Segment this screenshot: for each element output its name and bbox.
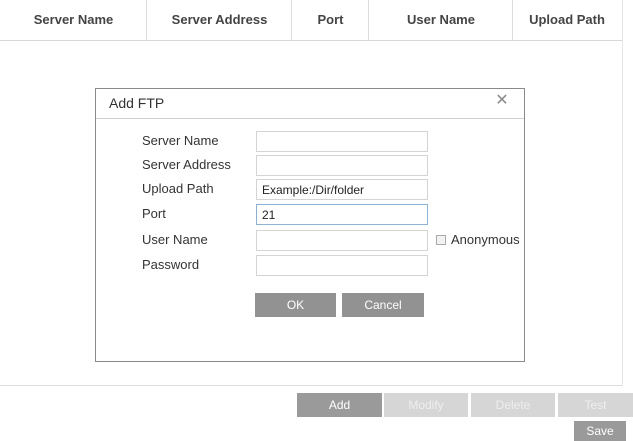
server-name-input[interactable] — [256, 131, 428, 152]
server-address-input[interactable] — [256, 155, 428, 176]
column-header-port[interactable]: Port — [292, 0, 369, 40]
save-button[interactable]: Save — [574, 421, 626, 441]
modify-button[interactable]: Modify — [384, 393, 468, 417]
anonymous-label[interactable]: Anonymous — [451, 232, 520, 247]
upload-path-input[interactable] — [256, 179, 428, 200]
user-name-label: User Name — [142, 232, 208, 247]
server-address-label: Server Address — [142, 157, 231, 172]
user-name-input[interactable] — [256, 230, 428, 251]
cancel-button[interactable]: Cancel — [342, 293, 424, 317]
password-label: Password — [142, 257, 200, 272]
column-header-server-address[interactable]: Server Address — [147, 0, 292, 40]
password-input[interactable] — [256, 255, 428, 276]
port-label: Port — [142, 206, 166, 221]
add-ftp-dialog: Add FTP ✕ Server Name Server Address Upl… — [95, 88, 525, 362]
delete-button[interactable]: Delete — [471, 393, 555, 417]
table-right-edge — [622, 0, 623, 386]
close-icon[interactable]: ✕ — [492, 91, 512, 111]
add-button[interactable]: Add — [297, 393, 382, 417]
server-name-label: Server Name — [142, 133, 219, 148]
upload-path-label: Upload Path — [142, 181, 214, 196]
anonymous-checkbox[interactable] — [436, 235, 446, 245]
dialog-title: Add FTP — [109, 95, 165, 111]
test-button[interactable]: Test — [558, 393, 633, 417]
ftp-server-table-header: Server Name Server Address Port User Nam… — [0, 0, 622, 41]
dialog-divider — [96, 118, 524, 119]
column-header-upload-path[interactable]: Upload Path — [513, 0, 621, 40]
column-header-server-name[interactable]: Server Name — [0, 0, 147, 40]
column-header-user-name[interactable]: User Name — [369, 0, 513, 40]
port-input[interactable] — [256, 204, 428, 225]
ok-button[interactable]: OK — [255, 293, 336, 317]
